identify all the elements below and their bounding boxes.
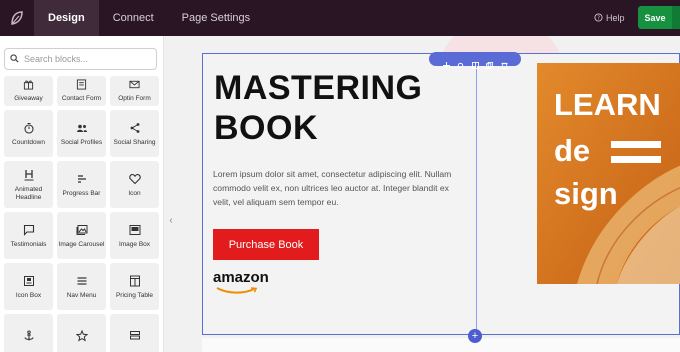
block-label: Animated Headline [14, 185, 43, 201]
stopwatch-icon [22, 121, 36, 135]
book-cover-image[interactable]: LEARN de sign [537, 63, 680, 284]
tab-design[interactable]: Design [34, 0, 99, 36]
columns-layout-icon[interactable] [471, 56, 479, 69]
headline-line-1: MASTERING [214, 69, 423, 107]
block-label: Social Sharing [113, 138, 156, 146]
block-icon[interactable]: Icon [110, 161, 159, 208]
block-label: Progress Bar [62, 189, 101, 197]
block-countdown[interactable]: Countdown [4, 110, 53, 157]
section-toolbar [429, 52, 521, 69]
people-icon [75, 121, 89, 135]
save-options-dropdown[interactable] [672, 6, 680, 29]
page-canvas: MASTERING BOOK Lorem ipsum dolor sit ame… [178, 36, 680, 352]
block-image-box[interactable]: Image Box [110, 212, 159, 259]
progress-bar-icon [75, 172, 89, 186]
block-label: Icon [128, 189, 141, 197]
block-label: Optin Form [118, 95, 151, 102]
book-title-line-3: sign [554, 176, 618, 211]
heart-icon [128, 172, 142, 186]
help-icon: ? [594, 12, 603, 24]
image-box-icon [128, 223, 142, 237]
amazon-logo-text: amazon [213, 269, 269, 286]
top-bar: Design Connect Page Settings [0, 0, 680, 36]
settings-gear-icon[interactable] [457, 56, 464, 68]
seedprod-logo-icon[interactable] [0, 0, 34, 36]
block-testimonials[interactable]: Testimonials [4, 212, 53, 259]
block-label: Testimonials [10, 240, 47, 248]
hero-section[interactable]: MASTERING BOOK Lorem ipsum dolor sit ame… [202, 53, 680, 335]
block-label: Contact Form [61, 95, 102, 102]
stacked-rows-icon [128, 329, 142, 343]
block-nav-menu[interactable]: Nav Menu [57, 263, 106, 310]
search-box[interactable] [4, 48, 157, 70]
block-label: Giveaway [14, 95, 43, 102]
column-divider [476, 54, 477, 334]
book-title-line-1: LEARN [554, 87, 661, 122]
block-label: Social Profiles [60, 138, 103, 146]
block-progress-bar[interactable]: Progress Bar [57, 161, 106, 208]
share-icon [128, 121, 142, 135]
block-stacked-rows[interactable] [110, 314, 159, 352]
body-text[interactable]: Lorem ipsum dolor sit amet, consectetur … [213, 167, 468, 209]
block-giveaway[interactable]: Giveaway [4, 76, 53, 106]
block-anchor[interactable] [4, 314, 53, 352]
trash-icon[interactable] [500, 56, 508, 69]
block-icon-box[interactable]: Icon Box [4, 263, 53, 310]
collapse-sidebar-chevron-icon[interactable]: ‹ [165, 212, 177, 228]
block-star[interactable] [57, 314, 106, 352]
search-input[interactable] [24, 54, 144, 64]
next-section-strip [202, 338, 680, 352]
svg-text:?: ? [597, 15, 600, 21]
book-title-line-2: de [554, 133, 591, 168]
help-label: Help [606, 13, 625, 23]
headline-line-2: BOOK [214, 109, 318, 147]
block-pricing-table[interactable]: Pricing Table [110, 263, 159, 310]
block-label: Nav Menu [66, 291, 97, 299]
contact-form-icon [75, 77, 89, 91]
help-link[interactable]: ? Help [594, 0, 625, 36]
pricing-table-icon [128, 274, 142, 288]
tab-connect[interactable]: Connect [99, 0, 168, 36]
star-icon [75, 329, 89, 343]
tab-page-settings[interactable]: Page Settings [168, 0, 265, 36]
icon-box-icon [22, 274, 36, 288]
purchase-book-button[interactable]: Purchase Book [213, 229, 319, 260]
block-label: Image Carousel [58, 240, 105, 248]
duplicate-icon[interactable] [486, 56, 493, 69]
envelope-icon [128, 77, 142, 91]
anchor-icon [22, 329, 36, 343]
block-animated-headline[interactable]: Animated Headline [4, 161, 53, 208]
headline[interactable]: MASTERING BOOK [214, 68, 474, 148]
block-optin-form[interactable]: Optin Form [110, 76, 159, 106]
gift-icon [22, 77, 36, 91]
block-image-carousel[interactable]: Image Carousel [57, 212, 106, 259]
block-contact-form[interactable]: Contact Form [57, 76, 106, 106]
move-icon[interactable] [442, 56, 450, 69]
blocks-sidebar: Giveaway Contact Form Optin Form Countdo… [0, 36, 164, 352]
block-label: Countdown [12, 138, 45, 146]
image-carousel-icon [75, 223, 89, 237]
add-section-plus-icon[interactable]: + [468, 329, 482, 343]
hamburger-menu-icon [75, 274, 89, 288]
blocks-grid: Giveaway Contact Form Optin Form Countdo… [4, 76, 160, 352]
block-social-sharing[interactable]: Social Sharing [110, 110, 159, 157]
block-label: Icon Box [15, 291, 42, 299]
block-label: Image Box [118, 240, 151, 248]
amazon-logo[interactable]: amazon [213, 269, 283, 295]
block-social-profiles[interactable]: Social Profiles [57, 110, 106, 157]
amazon-smile-icon [216, 287, 258, 294]
heading-icon [22, 168, 36, 182]
search-icon [10, 50, 19, 68]
save-button[interactable]: Save [638, 6, 672, 29]
block-label: Pricing Table [115, 291, 154, 299]
speech-bubble-icon [22, 223, 36, 237]
